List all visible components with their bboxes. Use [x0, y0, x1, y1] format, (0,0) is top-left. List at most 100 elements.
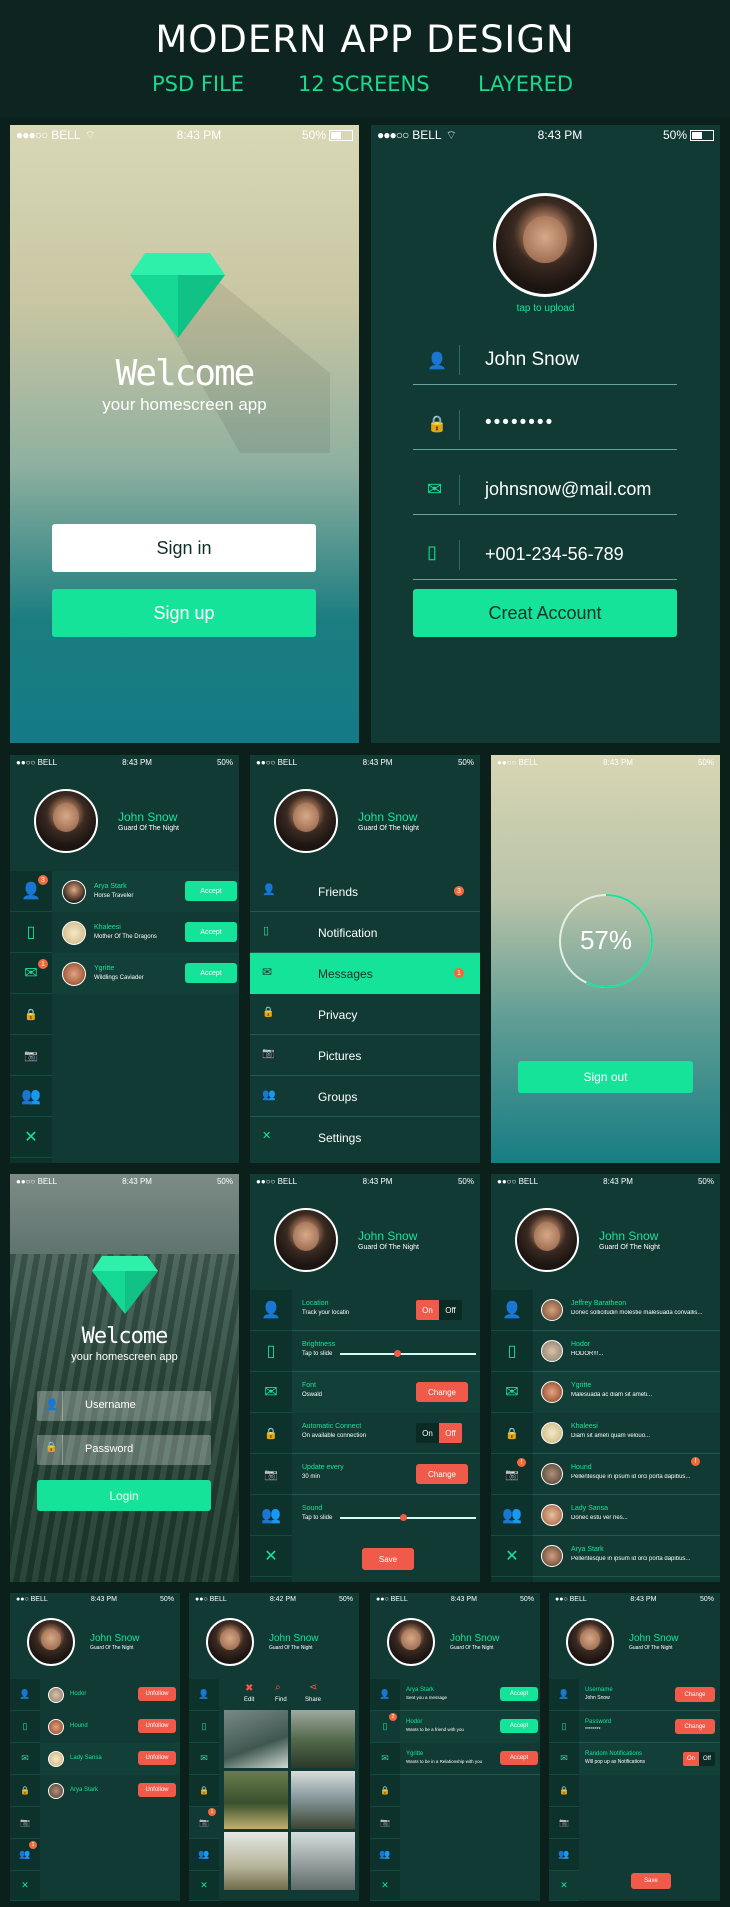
unfollow-button[interactable]: Unfollow — [138, 1719, 176, 1733]
lock-icon[interactable]: 🔒 — [189, 1775, 219, 1807]
sound-slider[interactable] — [340, 1517, 476, 1519]
mail-icon[interactable]: ✉ — [10, 1743, 40, 1775]
brightness-slider[interactable] — [340, 1353, 476, 1355]
location-toggle[interactable]: On Off — [416, 1300, 462, 1320]
accept-button[interactable]: Accept — [185, 881, 237, 901]
message-item[interactable]: Lady Sansa Donec estu ver nes... — [533, 1495, 720, 1536]
menu-item-notification[interactable]: ▯ Notification — [250, 912, 480, 953]
tools-icon[interactable]: ✕ — [10, 1871, 40, 1901]
password-field[interactable]: 🔒 •••••••• — [413, 400, 677, 450]
menu-item-settings[interactable]: ✕ Settings — [250, 1117, 480, 1158]
tool-find[interactable]: Find — [275, 1697, 287, 1703]
avatar[interactable] — [34, 789, 98, 853]
tools-icon[interactable]: ✕ — [10, 1117, 52, 1158]
mail-icon[interactable]: ✉ — [250, 1372, 292, 1413]
phone-icon[interactable]: ▯ — [189, 1711, 219, 1743]
photo-trees[interactable] — [224, 1771, 288, 1829]
photo-mist[interactable] — [291, 1832, 355, 1890]
user-icon[interactable]: 👤 — [491, 1290, 533, 1331]
lock-icon[interactable]: 🔒 — [549, 1775, 579, 1807]
user-icon[interactable]: 👤 — [10, 1679, 40, 1711]
save-button[interactable]: Save — [631, 1873, 671, 1889]
share-icon[interactable]: ⋖ — [309, 1682, 317, 1693]
message-item[interactable]: Arya Stark Pellentesque in ipsum id orci … — [533, 1536, 720, 1577]
group-icon[interactable]: 👥 — [370, 1839, 400, 1871]
menu-item-pictures[interactable]: 📷 Pictures — [250, 1035, 480, 1076]
tools-icon[interactable]: ✕ — [250, 1536, 292, 1577]
notifications-toggle[interactable]: On Off — [683, 1752, 715, 1766]
group-icon[interactable]: 👥 — [549, 1839, 579, 1871]
sign-in-button[interactable]: Sign in — [52, 524, 316, 572]
tool-edit[interactable]: Edit — [244, 1697, 254, 1703]
email-field[interactable]: ✉ johnsnow@mail.com — [413, 465, 677, 515]
tool-share[interactable]: Share — [305, 1697, 321, 1703]
avatar[interactable] — [27, 1618, 75, 1666]
unfollow-button[interactable]: Unfollow — [138, 1687, 176, 1701]
lock-icon[interactable]: 🔒 — [370, 1775, 400, 1807]
camera-icon[interactable]: 📷 — [10, 1807, 40, 1839]
phone-icon[interactable]: ▯ — [250, 1331, 292, 1372]
menu-item-groups[interactable]: 👥 Groups — [250, 1076, 480, 1117]
search-icon[interactable]: ⌕ — [275, 1682, 281, 1693]
lock-icon[interactable]: 🔒 — [10, 1775, 40, 1807]
photo-waterfall[interactable] — [224, 1710, 288, 1768]
delete-icon[interactable]: ✖ — [245, 1683, 253, 1694]
phone-icon[interactable]: ▯ — [549, 1711, 579, 1743]
upload-hint[interactable]: tap to upload — [371, 303, 720, 314]
user-icon[interactable]: 👤 — [370, 1679, 400, 1711]
avatar[interactable] — [274, 1208, 338, 1272]
login-button[interactable]: Login — [37, 1480, 211, 1511]
tools-icon[interactable]: ✕ — [370, 1871, 400, 1901]
message-item[interactable]: Hodor HODOR!!!... — [533, 1331, 720, 1372]
sign-up-button[interactable]: Sign up — [52, 589, 316, 637]
tools-icon[interactable]: ✕ — [549, 1871, 579, 1901]
save-button[interactable]: Save — [362, 1548, 414, 1570]
phone-field[interactable]: ▯ +001-234-56-789 — [413, 530, 677, 580]
tools-icon[interactable]: ✕ — [189, 1871, 219, 1901]
sound-knob[interactable] — [400, 1514, 407, 1521]
camera-icon[interactable]: 📷 — [370, 1807, 400, 1839]
unfollow-button[interactable]: Unfollow — [138, 1751, 176, 1765]
message-item[interactable]: Jeffrey Baratheon Donec sollicitudin mole… — [533, 1290, 720, 1331]
password-input[interactable]: 🔒 Password — [37, 1435, 211, 1465]
photo-forest[interactable] — [291, 1710, 355, 1768]
mail-icon[interactable]: ✉ — [491, 1372, 533, 1413]
accept-button[interactable]: Accept — [500, 1687, 538, 1701]
change-font-button[interactable]: Change — [416, 1382, 468, 1402]
mail-icon[interactable]: ✉ — [370, 1743, 400, 1775]
lock-icon[interactable]: 🔒 — [491, 1413, 533, 1454]
phone-icon[interactable]: ▯ — [10, 1711, 40, 1743]
photo-field[interactable] — [224, 1832, 288, 1890]
lock-icon[interactable]: 🔒 — [10, 994, 52, 1035]
brightness-knob[interactable] — [394, 1350, 401, 1357]
group-icon[interactable]: 👥 — [491, 1495, 533, 1536]
lock-icon[interactable]: 🔒 — [250, 1413, 292, 1454]
camera-icon[interactable]: 📷 — [10, 1035, 52, 1076]
camera-icon[interactable]: 📷 — [250, 1454, 292, 1495]
avatar[interactable] — [493, 193, 597, 297]
message-item[interactable]: Ygritte Malesuada ac diam sit ameti... — [533, 1372, 720, 1413]
create-account-button[interactable]: Creat Account — [413, 589, 677, 637]
mail-icon[interactable]: ✉ — [549, 1743, 579, 1775]
accept-button[interactable]: Accept — [500, 1751, 538, 1765]
accept-button[interactable]: Accept — [185, 963, 237, 983]
unfollow-button[interactable]: Unfollow — [138, 1783, 176, 1797]
tools-icon[interactable]: ✕ — [491, 1536, 533, 1577]
change-update-button[interactable]: Change — [416, 1464, 468, 1484]
change-password-button[interactable]: Change — [675, 1719, 715, 1734]
camera-icon[interactable]: 📷 — [549, 1807, 579, 1839]
avatar[interactable] — [515, 1208, 579, 1272]
mail-icon[interactable]: ✉ — [189, 1743, 219, 1775]
avatar[interactable] — [274, 789, 338, 853]
accept-button[interactable]: Accept — [500, 1719, 538, 1733]
message-item[interactable]: Khaleesi Diam sit ameti quam velouo... — [533, 1413, 720, 1454]
auto-connect-toggle[interactable]: On Off — [416, 1423, 462, 1443]
menu-item-friends[interactable]: 👤 Friends 3 — [250, 871, 480, 912]
menu-item-messages[interactable]: ✉ Messages 1 — [250, 953, 480, 994]
group-icon[interactable]: 👥 — [10, 1076, 52, 1117]
avatar[interactable] — [206, 1618, 254, 1666]
username-input[interactable]: 👤 Username — [37, 1391, 211, 1421]
user-icon[interactable]: 👤 — [189, 1679, 219, 1711]
group-icon[interactable]: 👥 — [250, 1495, 292, 1536]
user-icon[interactable]: 👤 — [250, 1290, 292, 1331]
